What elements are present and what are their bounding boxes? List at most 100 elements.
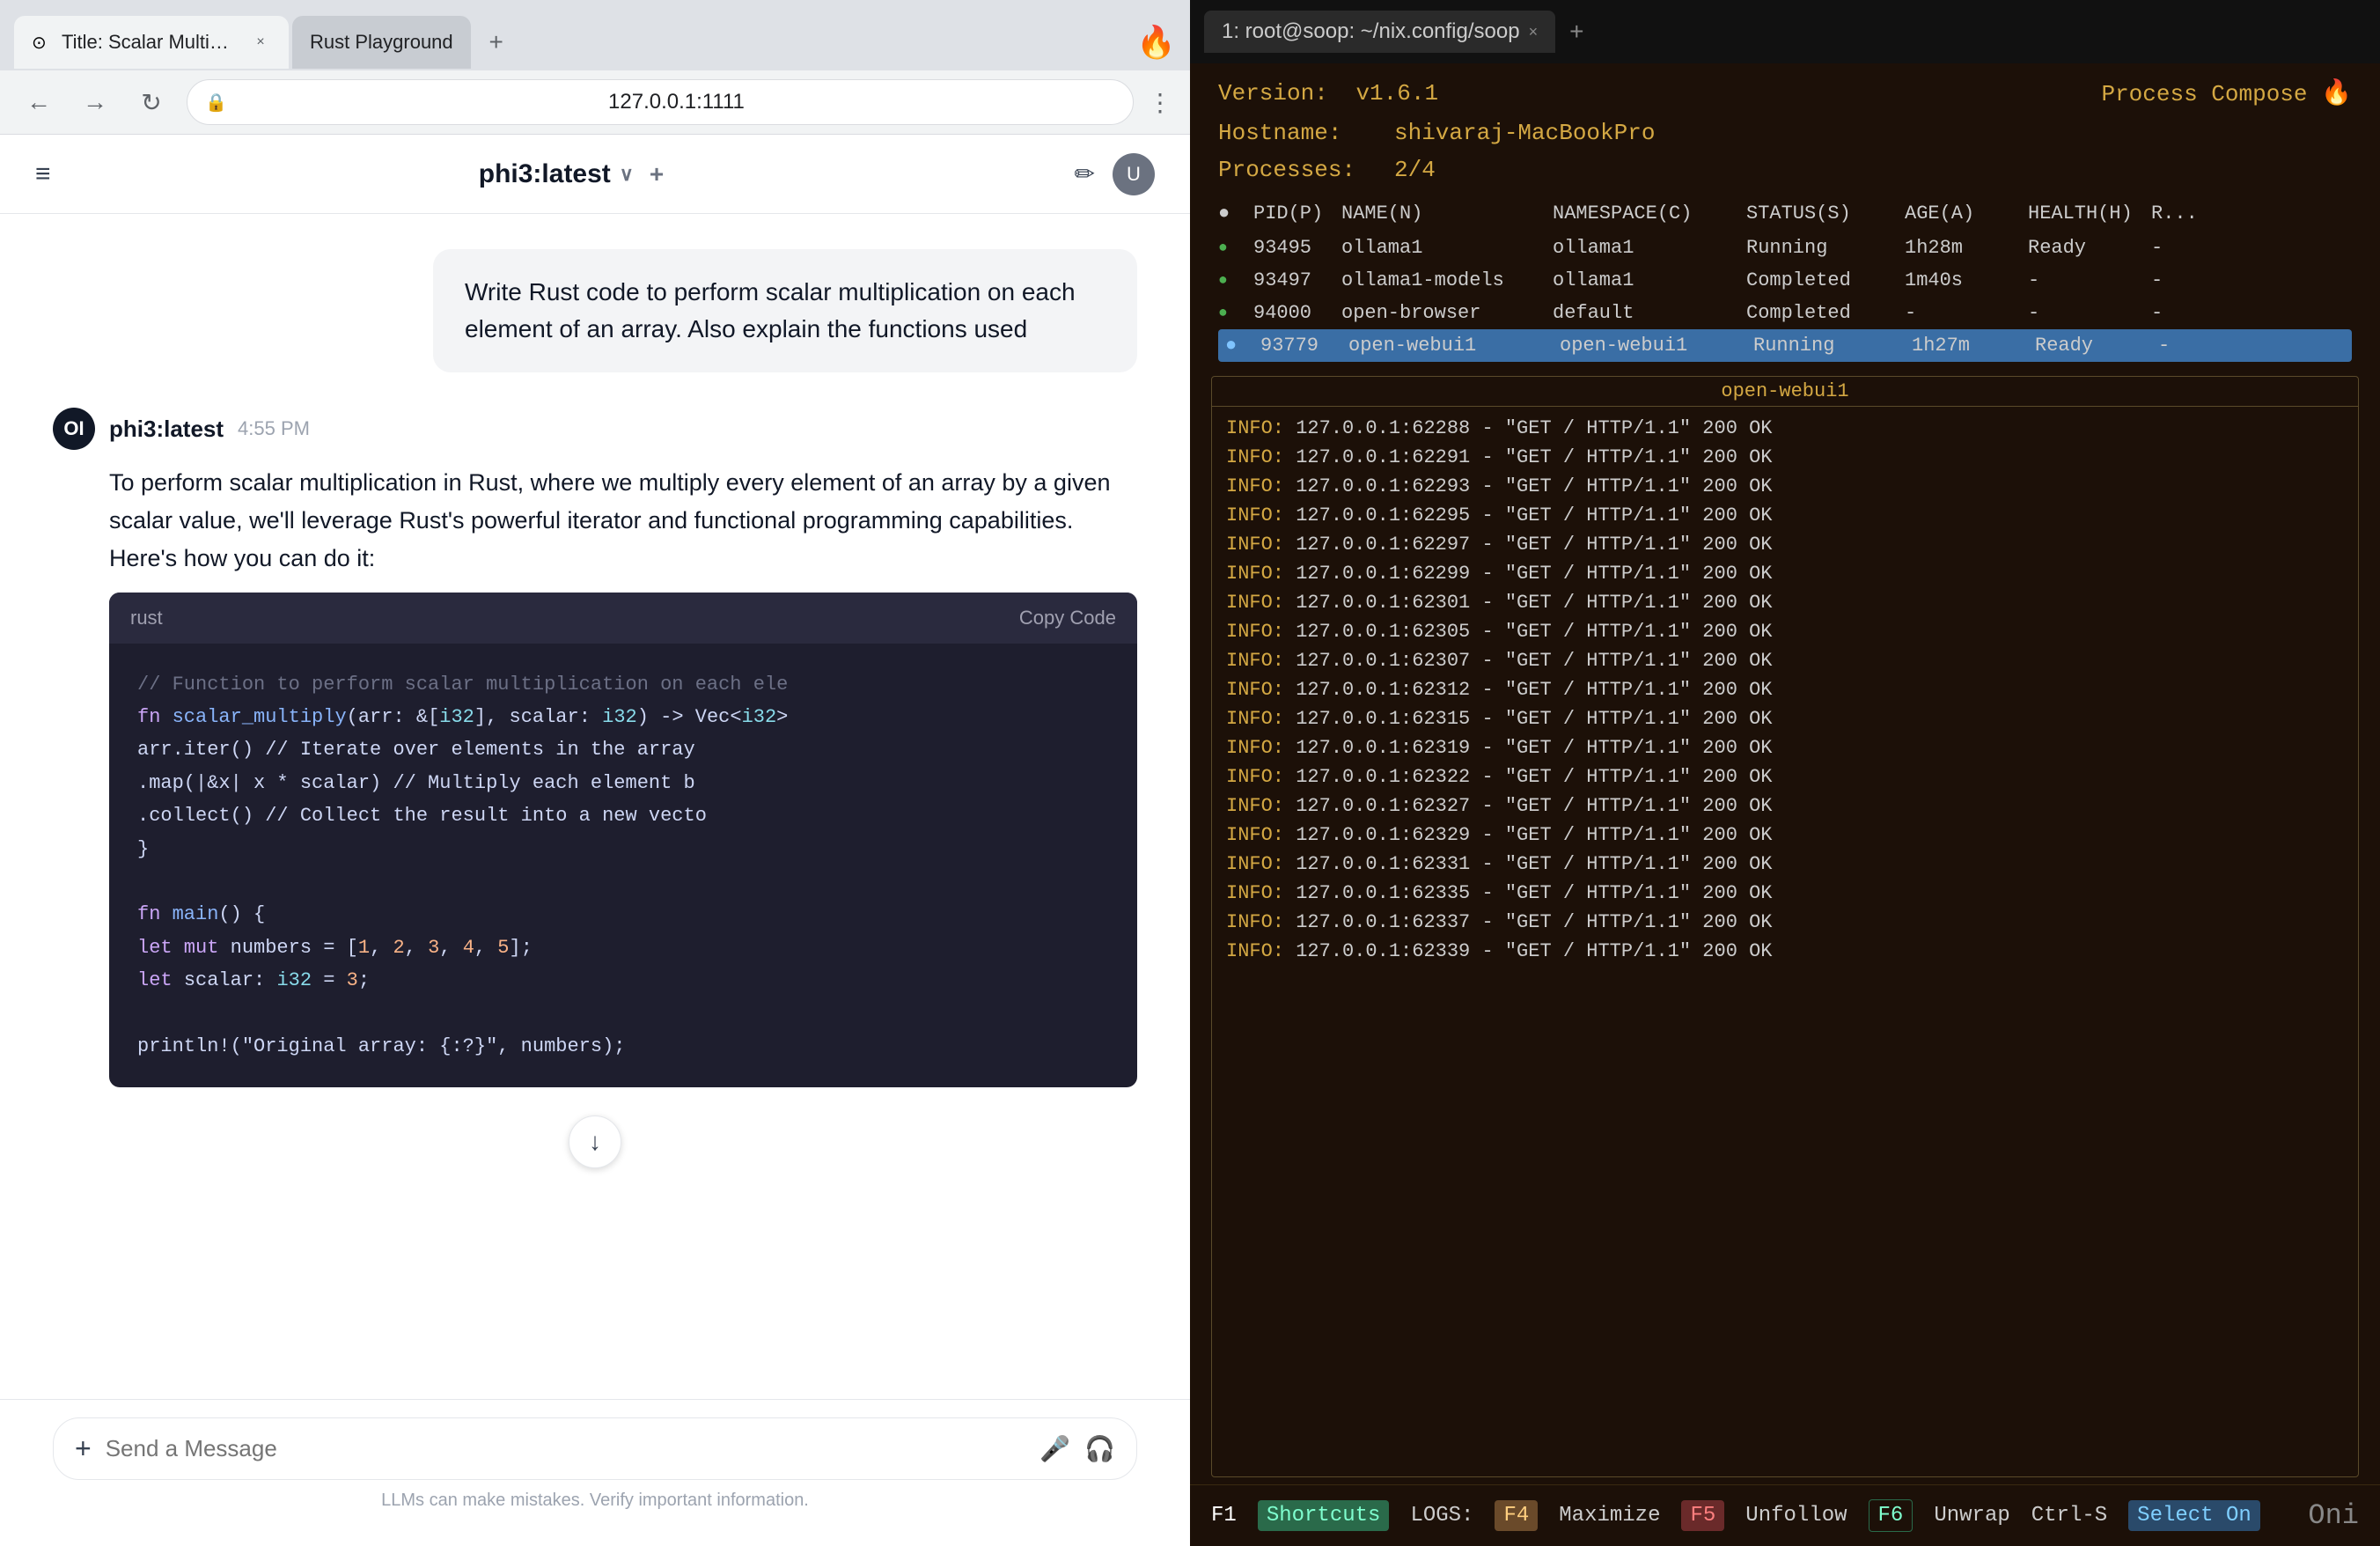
chat-input-row: + 🎤 🎧 [53,1417,1137,1480]
select-on-label[interactable]: Select On [2128,1500,2260,1531]
hostname-row: Hostname: shivaraj-MacBookPro [1218,115,2352,152]
terminal-tab-bar: 1: root@soop: ~/nix.config/soop × + [1190,0,2380,63]
unfollow-label[interactable]: Unfollow [1745,1504,1847,1528]
row-health-1: Ready [2028,237,2151,259]
version-value: v1.6.1 [1355,80,1438,107]
terminal-new-tab-button[interactable]: + [1562,11,1590,53]
assistant-message: OI phi3:latest 4:55 PM To perform scalar… [53,408,1137,1168]
f1-key: F1 [1211,1504,1237,1528]
log-line: INFO: 127.0.0.1:62315 - "GET / HTTP/1.1"… [1226,704,2344,733]
terminal-bottom-bar: F1 Shortcuts LOGS: F4 Maximize F5 Unfoll… [1190,1484,2380,1546]
code-line-1: // Function to perform scalar multiplica… [137,668,1109,701]
pc-header-row: Version: v1.6.1 Process Compose 🔥 [1218,77,2352,108]
log-line: INFO: 127.0.0.1:62337 - "GET / HTTP/1.1"… [1226,908,2344,937]
maximize-label[interactable]: Maximize [1559,1504,1660,1528]
model-name: phi3:latest [479,159,611,189]
input-plus-button[interactable]: + [75,1432,92,1465]
user-message: Write Rust code to perform scalar multip… [53,249,1137,372]
pc-version-row: Version: v1.6.1 [1218,80,1438,107]
assistant-header: OI phi3:latest 4:55 PM [53,408,1137,450]
log-line: INFO: 127.0.0.1:62319 - "GET / HTTP/1.1"… [1226,733,2344,762]
hostname-label: Hostname: [1218,115,1394,152]
unwrap-label[interactable]: Unwrap [1934,1504,2009,1528]
table-row-selected[interactable]: ● 93779 open-webui1 open-webui1 Running … [1218,329,2352,362]
processes-value: 2/4 [1394,152,1436,189]
browser-panel: ⊙ Title: Scalar Multiply Arr... × Rust P… [0,0,1190,1546]
assistant-text: To perform scalar multiplication in Rust… [53,464,1137,578]
row-pid-1: 93495 [1253,237,1341,259]
log-line: INFO: 127.0.0.1:62307 - "GET / HTTP/1.1"… [1226,646,2344,675]
chevron-down-icon: ∨ [620,163,634,186]
address-bar[interactable]: 🔒 127.0.0.1:1111 [187,79,1134,125]
code-line-12: println!("Original array: {:?}", numbers… [137,1030,1109,1063]
terminal-tab-active[interactable]: 1: root@soop: ~/nix.config/soop × [1204,11,1555,53]
log-panel-title: open-webui1 [1212,377,2358,407]
row-bullet-4: ● [1225,335,1260,357]
back-button[interactable]: ← [18,81,60,123]
pc-header: Version: v1.6.1 Process Compose 🔥 [1190,63,2380,115]
scroll-down-button[interactable]: ↓ [569,1115,621,1168]
user-message-text: Write Rust code to perform scalar multip… [465,278,1076,342]
log-line: INFO: 127.0.0.1:62335 - "GET / HTTP/1.1"… [1226,879,2344,908]
row-r-3: - [2151,302,2352,324]
row-status-1: Running [1746,237,1905,259]
tab-favicon-1: ⊙ [32,32,53,53]
headphone-icon[interactable]: 🎧 [1084,1434,1115,1463]
log-line: INFO: 127.0.0.1:62327 - "GET / HTTP/1.1"… [1226,791,2344,821]
row-status-2: Completed [1746,269,1905,291]
browser-tab-inactive[interactable]: Rust Playground [292,16,471,69]
row-name-2: ollama1-models [1341,269,1553,291]
row-pid-4: 93779 [1260,335,1348,357]
table-row[interactable]: ● 93497 ollama1-models ollama1 Completed… [1218,264,2352,297]
refresh-button[interactable]: ↻ [130,81,173,123]
terminal-tab-close[interactable]: × [1529,23,1539,41]
chat-disclaimer: LLMs can make mistakes. Verify important… [53,1491,1137,1511]
browser-menu-dots[interactable]: ⋮ [1148,88,1172,117]
ctrl-s-label: Ctrl-S [2031,1504,2107,1528]
pc-info-rows: Hostname: shivaraj-MacBookPro Processes:… [1190,115,2380,188]
hamburger-menu[interactable]: ≡ [35,159,51,189]
table-row[interactable]: ● 93495 ollama1 ollama1 Running 1h28m Re… [1218,232,2352,264]
shortcuts-label[interactable]: Shortcuts [1258,1500,1390,1531]
pc-title-row: Process Compose 🔥 [2101,77,2352,108]
col-header-name: NAME(N) [1341,202,1553,225]
new-tab-button[interactable]: + [474,20,518,64]
logs-label: LOGS: [1410,1504,1473,1528]
code-line-2: fn scalar_multiply(arr: &[i32], scalar: … [137,701,1109,733]
tab-title-2: Rust Playground [310,31,453,54]
table-row[interactable]: ● 94000 open-browser default Completed -… [1218,297,2352,329]
url-text: 127.0.0.1:1111 [238,90,1115,114]
avatar: U [1113,153,1155,195]
code-lang: rust [130,607,163,629]
row-pid-3: 94000 [1253,302,1341,324]
add-model-button[interactable]: + [650,160,664,188]
log-line: INFO: 127.0.0.1:62288 - "GET / HTTP/1.1"… [1226,414,2344,443]
code-line-5: .collect() // Collect the result into a … [137,799,1109,832]
message-input[interactable] [106,1435,1026,1462]
assistant-logo: OI [53,408,95,450]
row-namespace-3: default [1553,302,1746,324]
code-line-10: let scalar: i32 = 3; [137,964,1109,997]
col-header-namespace: NAMESPACE(C) [1553,202,1746,225]
processes-label: Processes: [1218,152,1394,189]
row-name-4: open-webui1 [1348,335,1560,357]
microphone-icon[interactable]: 🎤 [1039,1434,1070,1463]
row-namespace-2: ollama1 [1553,269,1746,291]
address-bar-row: ← → ↻ 🔒 127.0.0.1:1111 ⋮ [0,70,1190,134]
edit-icon[interactable]: ✏ [1075,159,1095,188]
tab-bar: ⊙ Title: Scalar Multiply Arr... × Rust P… [0,0,1190,70]
processes-row: Processes: 2/4 [1218,152,2352,189]
avatar-letter: U [1127,163,1141,186]
terminal-content: Version: v1.6.1 Process Compose 🔥 Hostna… [1190,63,2380,1546]
col-header-age: AGE(A) [1905,202,2028,225]
col-header-status: STATUS(S) [1746,202,1905,225]
row-health-4: Ready [2035,335,2158,357]
code-content: // Function to perform scalar multiplica… [109,644,1137,1088]
model-selector[interactable]: phi3:latest ∨ + [69,159,1075,189]
forward-button[interactable]: → [74,81,116,123]
browser-tab-active[interactable]: ⊙ Title: Scalar Multiply Arr... × [14,16,289,69]
tab-close-1[interactable]: × [250,32,271,53]
row-r-2: - [2151,269,2352,291]
copy-code-button[interactable]: Copy Code [1019,607,1116,629]
assistant-logo-text: OI [63,417,84,440]
